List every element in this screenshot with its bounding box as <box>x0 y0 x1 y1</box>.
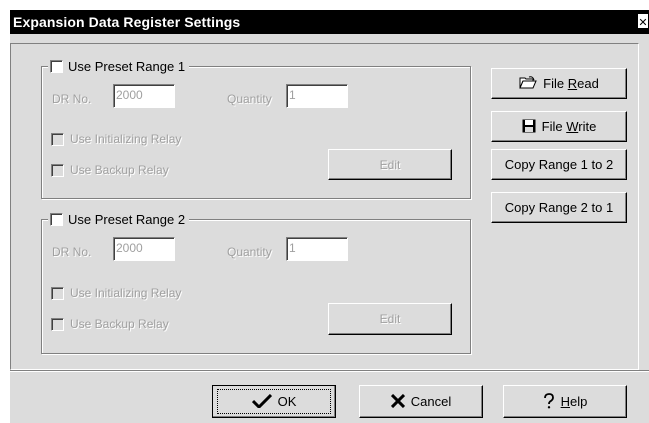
ok-label: OK <box>277 394 297 409</box>
copy-range-1-to-2-button[interactable]: Copy Range 1 to 2 <box>491 149 627 180</box>
preset-range-1-legend: Use Preset Range 1 <box>48 58 190 74</box>
range-1-quantity-label: Quantity <box>227 92 272 106</box>
range-1-init-relay-checkbox[interactable] <box>51 132 64 146</box>
range-1-init-relay-label: Use Initializing Relay <box>70 132 182 146</box>
cancel-label: Cancel <box>410 394 452 409</box>
range-2-init-relay-row[interactable]: Use Initializing Relay <box>51 286 181 300</box>
title-bar[interactable]: Expansion Data Register Settings ✕ <box>10 10 649 34</box>
preset-range-2-legend: Use Preset Range 2 <box>48 211 190 227</box>
range-2-init-relay-checkbox[interactable] <box>51 286 64 300</box>
expansion-data-register-dialog: Expansion Data Register Settings ✕ Use P… <box>0 0 649 423</box>
close-icon: ✕ <box>638 17 648 29</box>
file-write-button[interactable]: File Write <box>491 111 627 142</box>
use-preset-range-1-label: Use Preset Range 1 <box>68 58 186 74</box>
ok-focus-indicator <box>217 389 331 414</box>
use-preset-range-2-label: Use Preset Range 2 <box>68 211 186 227</box>
cancel-button[interactable]: Cancel <box>359 385 483 418</box>
range-1-dr-no-field[interactable]: 2000 <box>113 84 175 108</box>
range-1-edit-button[interactable]: Edit <box>328 149 452 180</box>
use-preset-range-2-checkbox[interactable] <box>50 212 63 226</box>
footer-separator <box>10 370 649 372</box>
ok-button[interactable]: OK <box>212 385 336 418</box>
range-2-edit-button[interactable]: Edit <box>328 303 452 335</box>
window-title: Expansion Data Register Settings <box>13 14 241 30</box>
use-preset-range-1-checkbox[interactable] <box>50 59 63 73</box>
range-2-dr-no-field[interactable]: 2000 <box>113 237 175 261</box>
range-2-backup-relay-label: Use Backup Relay <box>70 317 169 331</box>
range-2-backup-relay-row[interactable]: Use Backup Relay <box>51 317 169 331</box>
close-button[interactable]: ✕ <box>637 13 649 29</box>
range-2-quantity-field[interactable]: 1 <box>286 237 348 261</box>
help-button[interactable]: Help <box>503 385 627 418</box>
file-read-button[interactable]: File Read <box>491 68 627 99</box>
file-read-label: File Read <box>543 76 599 91</box>
range-1-dr-no-label: DR No. <box>52 92 92 106</box>
folder-open-icon <box>519 75 537 92</box>
range-2-dr-no-label: DR No. <box>52 245 92 259</box>
help-label: Help <box>560 394 588 409</box>
range-2-init-relay-label: Use Initializing Relay <box>70 286 182 300</box>
range-1-backup-relay-checkbox[interactable] <box>51 163 64 177</box>
range-1-init-relay-row[interactable]: Use Initializing Relay <box>51 132 181 146</box>
range-1-backup-relay-row[interactable]: Use Backup Relay <box>51 163 169 177</box>
range-1-quantity-field[interactable]: 1 <box>286 84 348 108</box>
file-write-label: File Write <box>541 119 597 134</box>
floppy-disk-icon <box>522 119 536 135</box>
range-2-backup-relay-checkbox[interactable] <box>51 317 64 331</box>
range-1-backup-relay-label: Use Backup Relay <box>70 163 169 177</box>
question-mark-icon <box>543 392 555 411</box>
range-2-quantity-label: Quantity <box>227 245 272 259</box>
copy-range-2-to-1-button[interactable]: Copy Range 2 to 1 <box>491 192 627 223</box>
x-mark-icon <box>390 393 405 410</box>
checkmark-icon <box>251 393 272 410</box>
